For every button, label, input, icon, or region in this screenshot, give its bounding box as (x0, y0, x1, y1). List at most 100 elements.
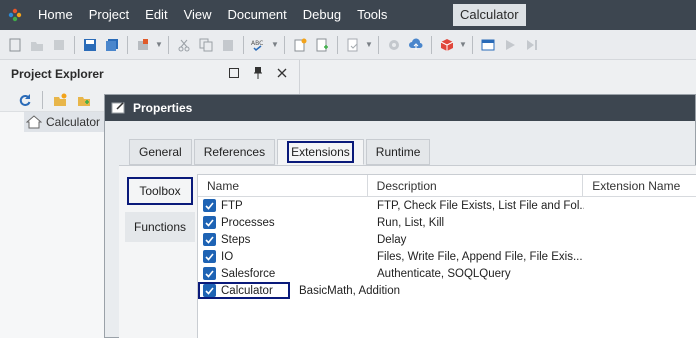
menu-view[interactable]: View (176, 0, 220, 30)
dialog-title: Properties (133, 101, 193, 115)
svg-text:ABC: ABC (251, 40, 263, 47)
tree-item-label: Calculator (46, 115, 101, 129)
export-dropdown-icon[interactable]: ▼ (154, 34, 164, 56)
table-row[interactable]: Steps Delay (198, 231, 696, 248)
table-row[interactable]: Salesforce Authenticate, SOQLQuery (198, 265, 696, 282)
refresh-icon[interactable] (14, 89, 36, 111)
spellcheck-icon[interactable]: ABC (248, 34, 270, 56)
save-all-icon[interactable] (101, 34, 123, 56)
dialog-title-bar: Properties (105, 95, 695, 121)
tab-label: References (203, 145, 266, 159)
table-row[interactable]: Processes Run, List, Kill (198, 214, 696, 231)
add-file-icon[interactable] (73, 89, 95, 111)
grid-header: Name Description Extension Name (198, 175, 696, 197)
toolbar-separator (472, 35, 473, 54)
tab-extensions[interactable]: Extensions (277, 139, 364, 165)
panel-controls (227, 66, 289, 80)
row-description: Files, Write File, Append File, File Exi… (377, 250, 583, 263)
column-header-name[interactable]: Name (198, 175, 368, 197)
checkbox[interactable] (203, 250, 216, 263)
save-icon[interactable] (79, 34, 101, 56)
new-document-icon[interactable] (289, 34, 311, 56)
row-name: Steps (221, 233, 251, 246)
column-header-extension-name[interactable]: Extension Name (583, 175, 696, 197)
pin-icon[interactable] (251, 66, 265, 80)
column-header-description[interactable]: Description (368, 175, 584, 197)
spellcheck-dropdown-icon[interactable]: ▼ (270, 34, 280, 56)
table-row[interactable]: Calculator BasicMath, Addition (198, 282, 696, 299)
home-icon (26, 115, 42, 129)
row-name: Processes (221, 216, 275, 229)
new-icon[interactable] (4, 34, 26, 56)
publish-icon[interactable] (405, 34, 427, 56)
menu-tools[interactable]: Tools (349, 0, 395, 30)
properties-dialog: Properties General References Extensions… (104, 94, 696, 338)
name-cell: IO (198, 248, 368, 265)
row-description: FTP, Check File Exists, List File and Fo… (377, 199, 584, 212)
export-icon[interactable] (132, 34, 154, 56)
window-icon[interactable] (477, 34, 499, 56)
tab-general[interactable]: General (129, 139, 192, 165)
menu-edit[interactable]: Edit (137, 0, 175, 30)
name-cell: Processes (198, 214, 368, 231)
validate-icon[interactable] (342, 34, 364, 56)
extensions-grid: Name Description Extension Name FTP FTP,… (197, 174, 696, 338)
toolbar-separator (74, 35, 75, 54)
menu-document[interactable]: Document (220, 0, 295, 30)
extensions-panel: Toolbox Functions Name Description Exten… (119, 165, 696, 338)
side-tab-label: Toolbox (127, 177, 193, 205)
row-name: Salesforce (221, 267, 276, 280)
tab-label: Runtime (375, 145, 421, 159)
name-cell: Steps (198, 231, 368, 248)
side-tab-toolbox[interactable]: Toolbox (125, 176, 195, 206)
paste-icon[interactable] (217, 34, 239, 56)
name-cell: Calculator (198, 282, 290, 299)
package-dropdown-icon[interactable]: ▼ (458, 34, 468, 56)
checkbox[interactable] (203, 199, 216, 212)
tab-label: General (139, 145, 182, 159)
row-description: Authenticate, SOQLQuery (377, 267, 511, 280)
row-description: Run, List, Kill (377, 216, 445, 229)
side-tab-functions[interactable]: Functions (125, 212, 195, 242)
properties-icon (111, 102, 125, 114)
cut-icon[interactable] (173, 34, 195, 56)
checkbox[interactable] (203, 267, 216, 280)
app-logo-icon[interactable] (0, 0, 30, 30)
close-icon[interactable] (275, 66, 289, 80)
toolbar-separator (168, 35, 169, 54)
run-icon[interactable] (499, 34, 521, 56)
properties-tabs: General References Extensions Runtime (129, 139, 432, 165)
copy-icon[interactable] (195, 34, 217, 56)
validate-dropdown-icon[interactable]: ▼ (364, 34, 374, 56)
menu-debug[interactable]: Debug (295, 0, 349, 30)
add-folder-icon[interactable] (49, 89, 71, 111)
tab-runtime[interactable]: Runtime (365, 139, 431, 165)
toolbar-separator (378, 35, 379, 54)
name-cell: Salesforce (198, 265, 368, 282)
table-row[interactable]: FTP FTP, Check File Exists, List File an… (198, 197, 696, 214)
menu-project[interactable]: Project (81, 0, 137, 30)
row-description: Delay (377, 233, 407, 246)
maximize-icon[interactable] (227, 66, 241, 80)
open-icon[interactable] (26, 34, 48, 56)
row-name: IO (221, 250, 234, 263)
toolbar-separator (243, 35, 244, 54)
checkbox[interactable] (203, 233, 216, 246)
table-row[interactable]: IO Files, Write File, Append File, File … (198, 248, 696, 265)
add-document-icon[interactable] (311, 34, 333, 56)
name-cell: FTP (198, 197, 368, 214)
row-name: Calculator (221, 284, 273, 297)
checkbox[interactable] (203, 216, 216, 229)
build-icon[interactable] (383, 34, 405, 56)
package-icon[interactable] (436, 34, 458, 56)
main-toolbar: ▼ ABC ▼ ▼ ▼ (0, 30, 696, 60)
menu-home[interactable]: Home (30, 0, 81, 30)
toolbar-separator (127, 35, 128, 54)
import-icon[interactable] (48, 34, 70, 56)
side-tabs: Toolbox Functions (125, 176, 195, 248)
window-title: Calculator (453, 4, 526, 26)
toolbar-separator (431, 35, 432, 54)
step-icon[interactable] (521, 34, 543, 56)
checkbox[interactable] (203, 284, 216, 297)
tab-references[interactable]: References (193, 139, 276, 165)
